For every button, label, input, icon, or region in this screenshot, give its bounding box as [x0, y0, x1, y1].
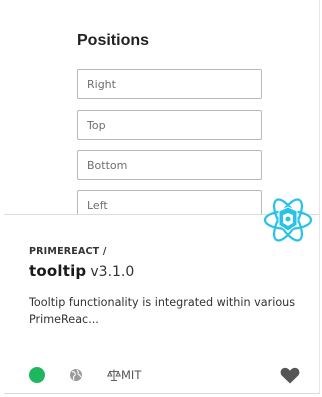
position-right-placeholder: Right: [87, 77, 116, 91]
position-bottom-placeholder: Bottom: [87, 158, 128, 172]
position-right-input[interactable]: Right: [77, 69, 262, 99]
package-scope[interactable]: PRIMEREACT /: [29, 246, 107, 257]
package-version: v3.1.0: [90, 264, 135, 280]
position-top-input[interactable]: Top: [77, 110, 262, 140]
component-preview: Positions Right Top Bottom Left: [4, 0, 319, 214]
position-left-input[interactable]: Left: [77, 190, 262, 214]
heart-icon[interactable]: [280, 367, 300, 384]
position-bottom-input[interactable]: Bottom: [77, 150, 262, 180]
component-card[interactable]: Positions Right Top Bottom Left PRIMEREA…: [4, 0, 320, 394]
position-left-placeholder: Left: [87, 198, 108, 212]
package-name[interactable]: tooltip: [29, 262, 86, 280]
status-indicator: [29, 367, 45, 383]
card-footer: MIT: [4, 365, 319, 385]
globe-icon[interactable]: [69, 368, 83, 382]
preview-title: Positions: [77, 32, 150, 49]
scale-icon: [107, 369, 121, 382]
package-title[interactable]: tooltip v3.1.0: [29, 262, 134, 280]
primereact-logo-icon: [263, 198, 313, 242]
license-label: MIT: [121, 368, 142, 382]
package-description: Tooltip functionality is integrated with…: [29, 296, 296, 326]
position-top-placeholder: Top: [87, 118, 106, 132]
